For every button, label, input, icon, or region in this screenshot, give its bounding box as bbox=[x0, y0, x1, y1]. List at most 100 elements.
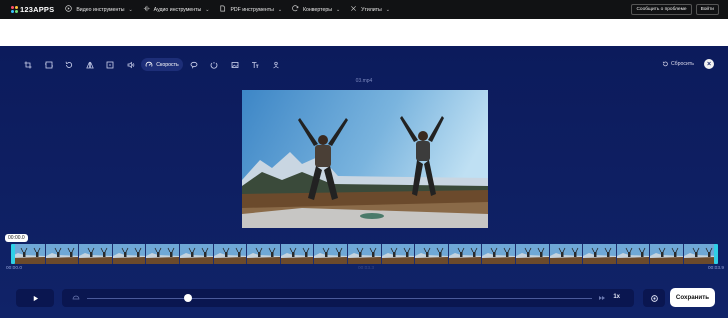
speed-slider-knob[interactable] bbox=[184, 294, 192, 302]
chevron-down-icon: ⌄ bbox=[277, 6, 283, 13]
play-icon bbox=[33, 295, 38, 301]
timeline-thumbnail bbox=[146, 244, 180, 264]
crop-tool-button[interactable] bbox=[18, 58, 38, 71]
utilities-icon bbox=[350, 5, 357, 14]
pdf-icon bbox=[219, 5, 226, 14]
play-button[interactable] bbox=[16, 289, 54, 307]
gear-icon bbox=[650, 294, 658, 302]
timeline-thumbnail bbox=[280, 244, 315, 264]
timeline-thumbnail bbox=[515, 244, 550, 264]
convert-icon bbox=[292, 5, 299, 14]
chevron-down-icon: ⌄ bbox=[335, 6, 341, 13]
resize-icon bbox=[106, 61, 114, 68]
chevron-down-icon: ⌄ bbox=[205, 6, 210, 13]
nav-pdf-tools[interactable]: PDF инструменты ⌄ bbox=[219, 5, 282, 14]
timeline-thumbnail bbox=[347, 244, 382, 264]
timeline-thumbnail bbox=[448, 244, 483, 264]
report-problem-button[interactable]: Сообщить о проблеме bbox=[631, 4, 692, 15]
editor-toolbar: Скорость bbox=[18, 58, 286, 71]
timeline-thumbnail bbox=[179, 244, 214, 264]
close-icon: × bbox=[706, 60, 712, 68]
volume-icon bbox=[127, 61, 134, 68]
login-button[interactable]: Войти bbox=[695, 4, 719, 15]
fast-icon bbox=[598, 294, 606, 302]
timeline-thumbnail bbox=[482, 244, 516, 264]
nav-utilities[interactable]: Утилиты ⌄ bbox=[350, 5, 390, 14]
speed-tool-button[interactable]: Скорость bbox=[141, 58, 183, 71]
timeline-thumbnail bbox=[12, 244, 46, 264]
timeline-middle-time: 00:03.3 bbox=[358, 266, 375, 271]
speed-control: 1x bbox=[62, 289, 634, 307]
trim-handle-end[interactable] bbox=[714, 244, 718, 264]
reset-button[interactable]: Сбросить bbox=[662, 61, 694, 67]
trim-tool-button[interactable] bbox=[39, 58, 59, 71]
nav-label: Аудио инструменты bbox=[153, 6, 202, 13]
video-preview[interactable] bbox=[242, 90, 488, 228]
speed-icon bbox=[145, 61, 153, 67]
settings-button[interactable] bbox=[643, 289, 665, 307]
timeline-thumbnail bbox=[616, 244, 651, 264]
image-tool-button[interactable] bbox=[225, 58, 245, 71]
timeline-thumbnail bbox=[583, 244, 617, 264]
rotate-icon bbox=[65, 61, 73, 68]
ad-banner-area bbox=[0, 19, 728, 46]
chevron-down-icon: ⌄ bbox=[128, 6, 133, 13]
text-icon bbox=[252, 61, 259, 68]
record-icon bbox=[272, 61, 279, 68]
loop-tool-button[interactable] bbox=[184, 58, 204, 71]
resize-tool-button[interactable] bbox=[100, 58, 120, 71]
trim-handle-start[interactable] bbox=[11, 244, 15, 264]
file-name: 03.mp4 bbox=[355, 78, 373, 84]
timeline-start-time: 00:00.0 bbox=[6, 266, 23, 271]
video-editor: Скорость Сбросить × 03.mp4 00:00.0 00:00… bbox=[0, 46, 728, 318]
timeline-thumbnail bbox=[247, 244, 281, 264]
crop-icon bbox=[24, 61, 32, 68]
timeline-thumbnail bbox=[79, 244, 113, 264]
timeline-thumbnail bbox=[112, 244, 147, 264]
reset-label: Сбросить bbox=[670, 61, 694, 67]
nav-video-tools[interactable]: Видео инструменты ⌄ bbox=[65, 5, 133, 14]
timeline-thumbnail bbox=[314, 244, 348, 264]
speed-value: 1x bbox=[613, 293, 620, 300]
nav-label: Утилиты bbox=[361, 6, 382, 13]
close-button[interactable]: × bbox=[704, 59, 714, 69]
speed-tool-label: Скорость bbox=[156, 61, 179, 68]
logo[interactable]: 123APPS bbox=[11, 5, 54, 14]
timeline-thumbnail bbox=[650, 244, 684, 264]
speed-slider-track[interactable] bbox=[87, 297, 592, 299]
loop-icon bbox=[190, 61, 197, 68]
flip-icon bbox=[85, 61, 94, 68]
volume-tool-button[interactable] bbox=[121, 58, 141, 71]
trim-icon bbox=[44, 61, 53, 68]
undo-icon bbox=[662, 61, 668, 67]
timeline-end-time: 00:03.9 bbox=[707, 266, 724, 271]
rotate-tool-button[interactable] bbox=[59, 58, 79, 71]
audio-icon bbox=[143, 5, 150, 14]
timeline-thumbnail bbox=[683, 244, 717, 264]
image-icon bbox=[231, 61, 238, 68]
timeline-thumbnail bbox=[549, 244, 584, 264]
nav-audio-tools[interactable]: Аудио инструменты ⌄ bbox=[143, 5, 210, 14]
nav-label: Конвертеры bbox=[303, 6, 332, 13]
stabilize-icon bbox=[210, 61, 218, 69]
save-button[interactable]: Сохранить bbox=[670, 288, 715, 307]
chevron-down-icon: ⌄ bbox=[385, 6, 390, 13]
timeline-thumbnail bbox=[45, 244, 80, 264]
flip-tool-button[interactable] bbox=[80, 58, 100, 71]
nav-converters[interactable]: Конвертеры ⌄ bbox=[292, 5, 340, 14]
timeline-thumbnail bbox=[213, 244, 248, 264]
top-navigation: 123APPS Видео инструменты ⌄ Аудио инстру… bbox=[0, 0, 728, 19]
stabilize-tool-button[interactable] bbox=[204, 58, 224, 71]
nav-label: PDF инструменты bbox=[230, 6, 274, 13]
slow-icon bbox=[72, 294, 80, 302]
timeline-strip[interactable] bbox=[12, 244, 717, 264]
logo-icon bbox=[11, 6, 18, 13]
text-tool-button[interactable] bbox=[245, 58, 265, 71]
record-tool-button[interactable] bbox=[266, 58, 286, 71]
main-nav: Видео инструменты ⌄ Аудио инструменты ⌄ … bbox=[65, 5, 390, 14]
logo-text: 123APPS bbox=[20, 5, 55, 14]
timeline-thumbnail bbox=[415, 244, 449, 264]
current-time-badge: 00:00.0 bbox=[5, 234, 28, 242]
video-frame-image bbox=[242, 90, 488, 228]
nav-label: Видео инструменты bbox=[76, 6, 125, 13]
